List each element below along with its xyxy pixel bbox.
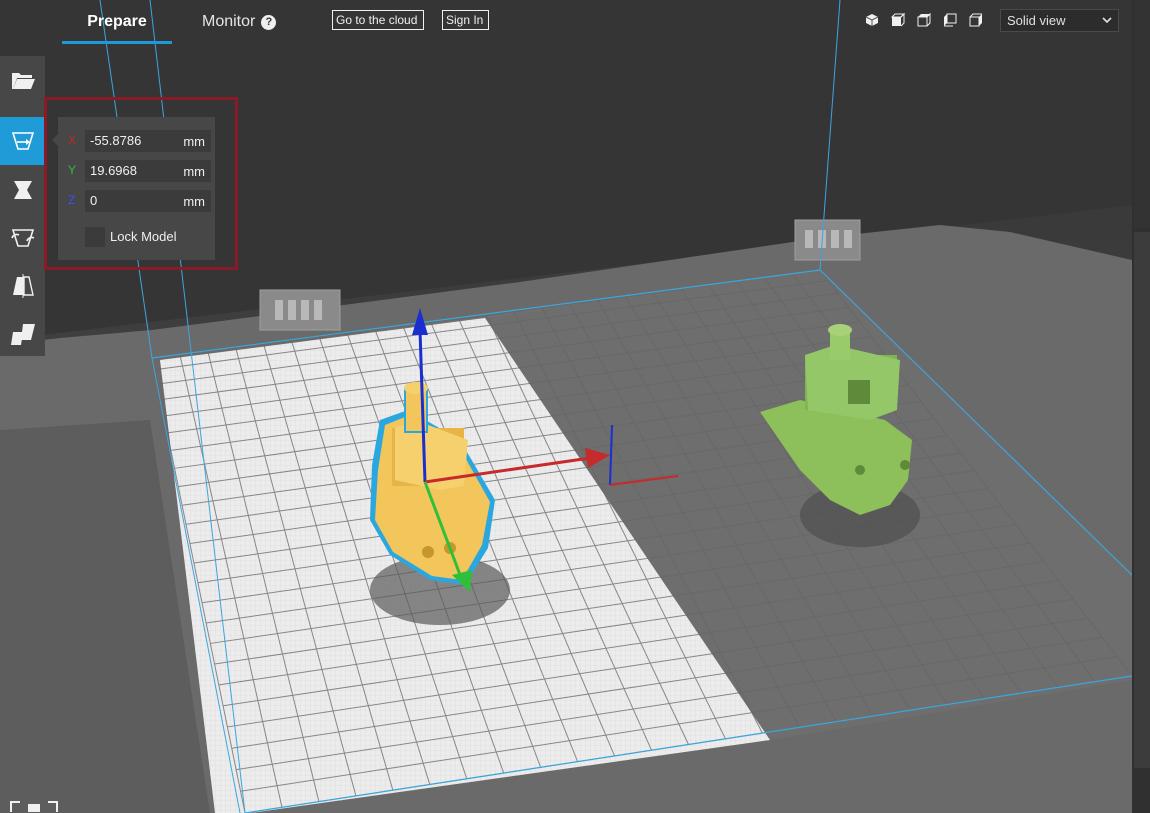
scale-tool-button[interactable]	[0, 166, 45, 214]
scrollbar-thumb[interactable]	[1134, 232, 1150, 768]
move-tool-button[interactable]	[0, 117, 45, 165]
annotation-highlight-frame	[44, 97, 238, 270]
front-view-icon[interactable]	[891, 13, 905, 27]
cube-3d-view-icon[interactable]	[865, 13, 879, 27]
scrollbar-upper	[1134, 0, 1150, 228]
per-model-settings-button[interactable]	[0, 310, 45, 358]
top-bar: Prepare Monitor ? Go to the cloud Sign I…	[0, 0, 1150, 46]
open-file-icon	[11, 73, 35, 89]
right-view-icon[interactable]	[969, 13, 983, 27]
mirror-icon	[12, 274, 34, 298]
sign-in-button[interactable]: Sign In	[442, 10, 489, 30]
active-tab-indicator	[62, 41, 172, 44]
chevron-down-icon	[1102, 17, 1112, 24]
open-file-button[interactable]	[0, 56, 45, 104]
tab-monitor[interactable]: Monitor ?	[202, 0, 292, 44]
go-to-cloud-button[interactable]: Go to the cloud	[332, 10, 424, 30]
tab-prepare[interactable]: Prepare	[62, 0, 172, 44]
top-view-icon[interactable]	[917, 13, 931, 27]
move-icon	[11, 132, 34, 150]
tab-monitor-label: Monitor	[202, 13, 256, 30]
left-view-icon[interactable]	[943, 13, 957, 27]
view-mode-value: Solid view	[1007, 13, 1066, 28]
viewport-corner-icon	[10, 801, 58, 812]
help-icon[interactable]: ?	[261, 14, 277, 30]
scale-icon	[13, 181, 32, 199]
view-mode-select[interactable]: Solid view	[1000, 9, 1119, 32]
mirror-tool-button[interactable]	[0, 262, 45, 310]
rotate-tool-button[interactable]	[0, 214, 45, 262]
per-model-settings-icon	[10, 324, 35, 345]
rotate-icon	[10, 229, 34, 247]
tool-sidebar	[0, 56, 45, 356]
tab-prepare-label: Prepare	[87, 13, 147, 30]
